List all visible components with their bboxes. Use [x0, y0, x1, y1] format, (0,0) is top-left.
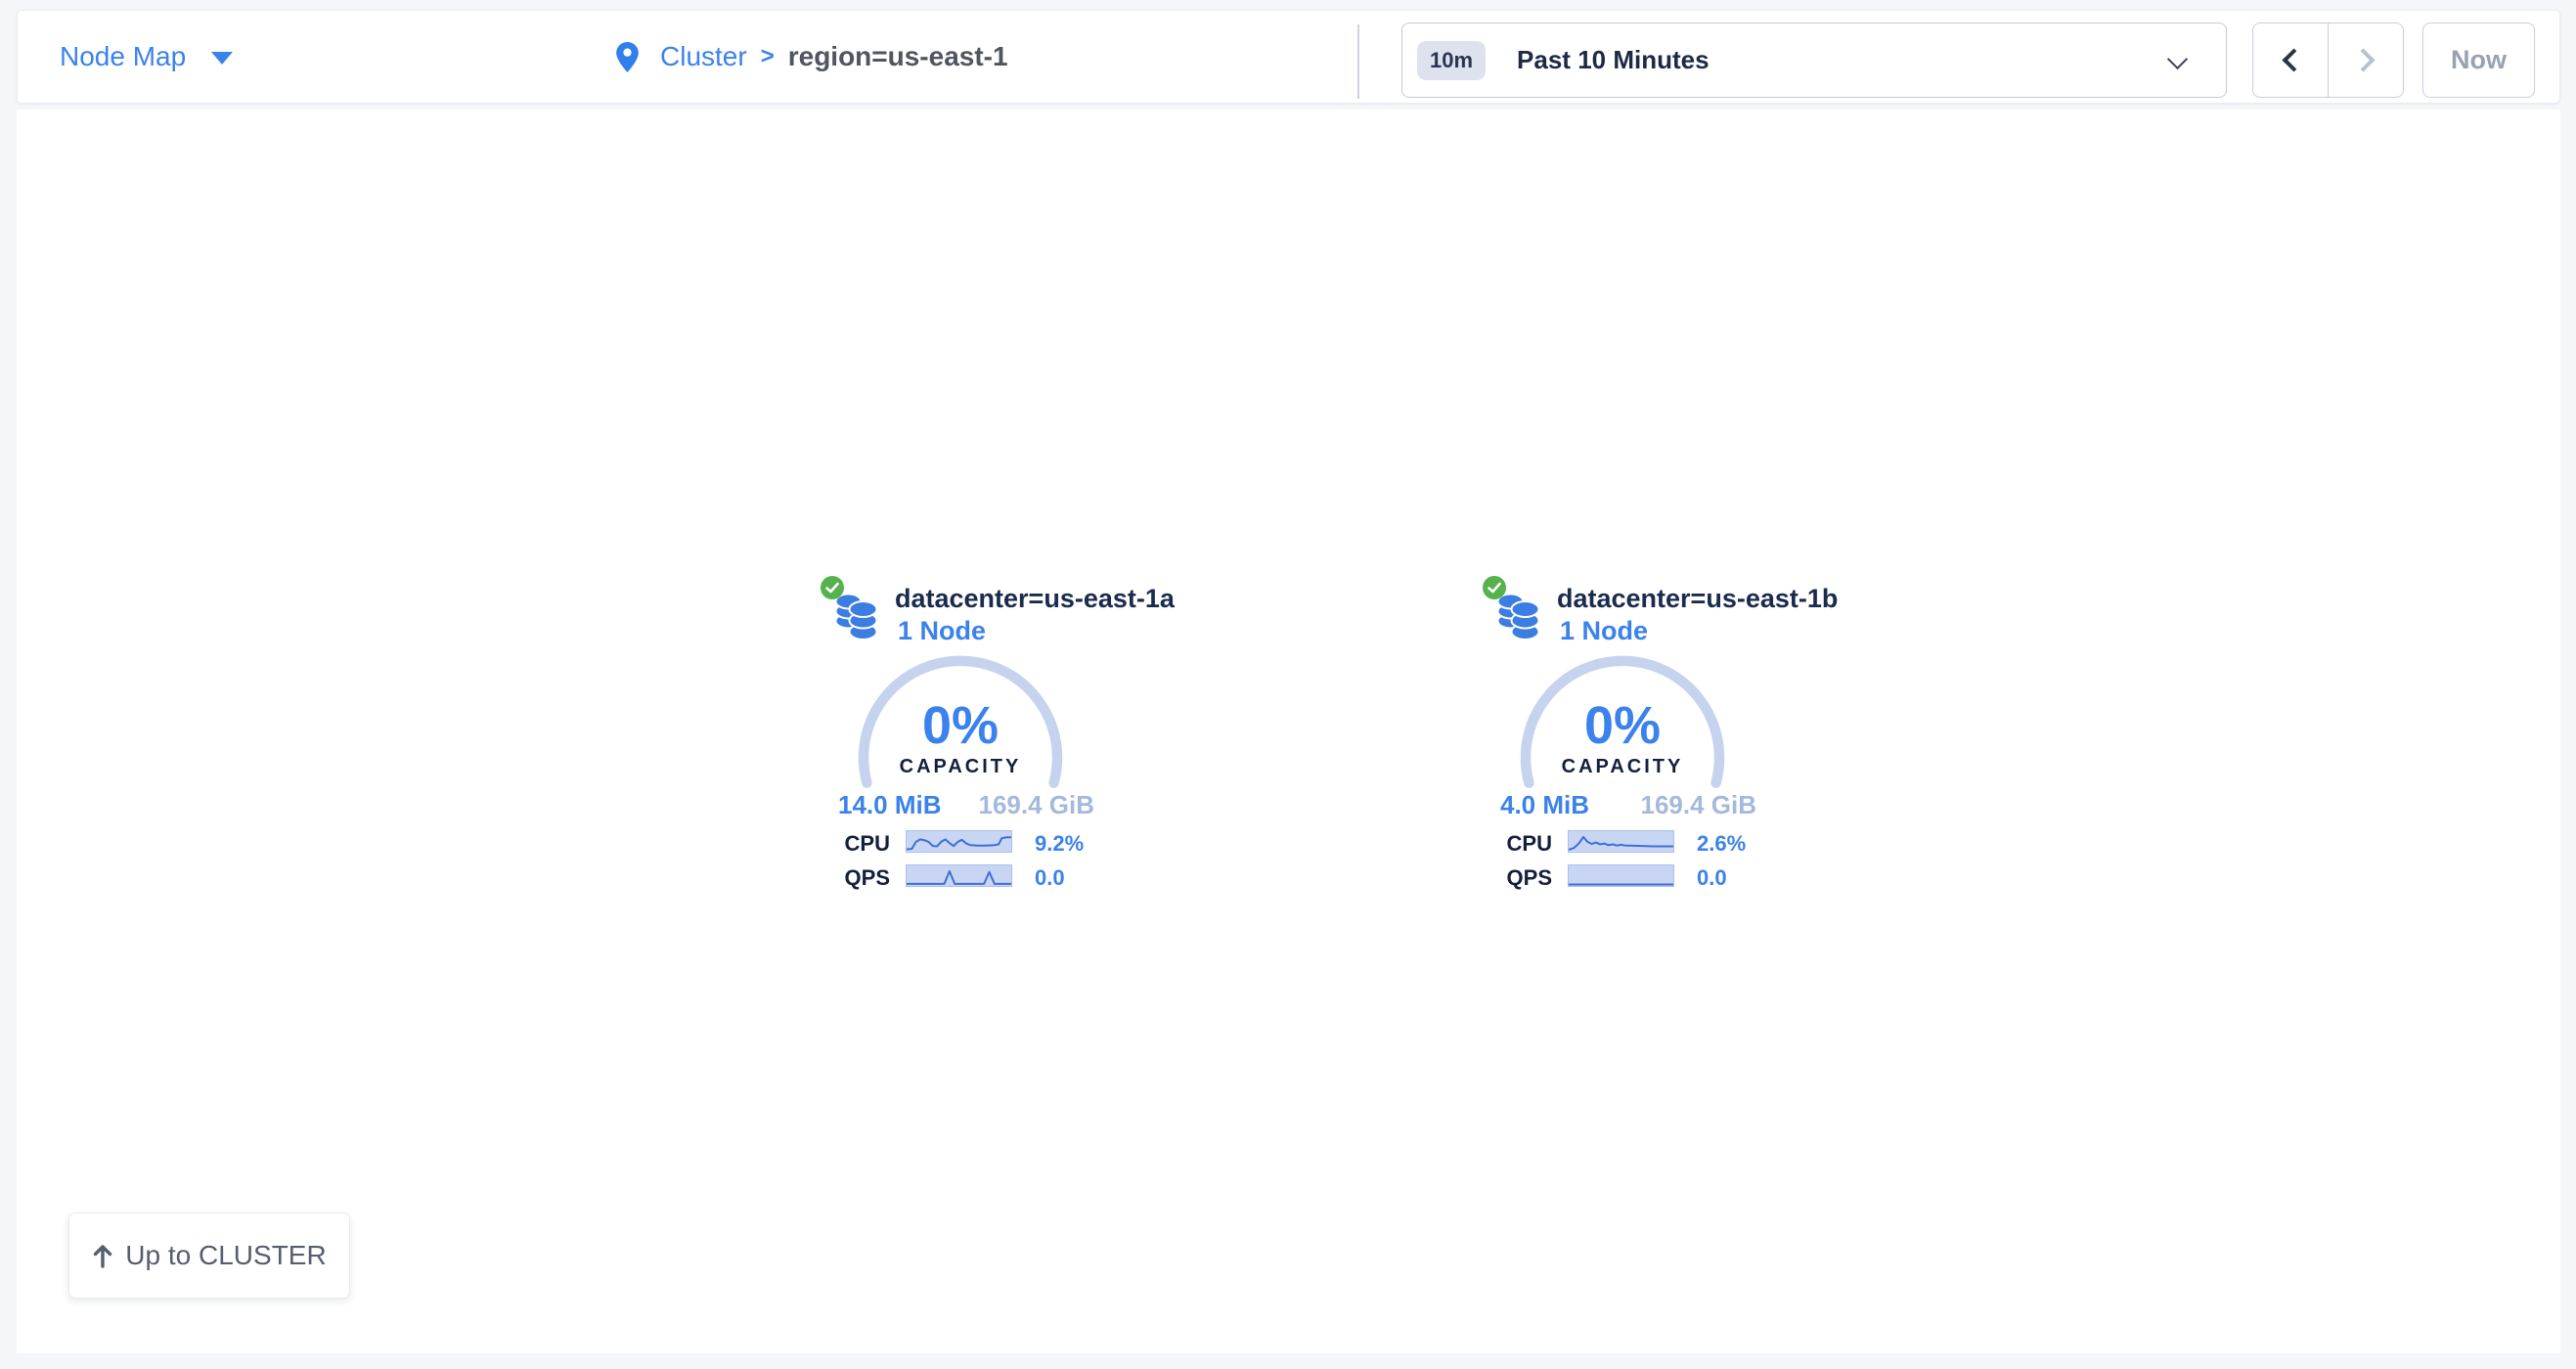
capacity-total: 169.4 GiB — [1640, 790, 1756, 820]
breadcrumb-root-link[interactable]: Cluster — [660, 41, 747, 72]
capacity-total: 169.4 GiB — [978, 790, 1094, 820]
metric-row: QPS 0.0 — [1476, 864, 1769, 888]
view-switcher-dropdown[interactable]: Node Map — [60, 11, 233, 103]
up-to-cluster-label: Up to CLUSTER — [125, 1240, 326, 1271]
datacenter-card[interactable]: datacenter=us-east-1b 1 Node 0% CAPACITY… — [1476, 570, 1769, 907]
health-check-icon — [1483, 576, 1506, 599]
time-next-button[interactable] — [2328, 23, 2403, 97]
time-window-badge: 10m — [1417, 41, 1486, 80]
chevron-left-icon — [2282, 48, 2305, 71]
node-count: 1 Node — [1560, 616, 1648, 646]
metric-label: QPS — [814, 865, 890, 891]
capacity-label: CAPACITY — [814, 756, 1107, 778]
capacity-percent: 0% — [1476, 698, 1769, 753]
metric-row: QPS 0.0 — [814, 864, 1107, 888]
metric-sparkline — [906, 830, 1012, 853]
capacity-used: 4.0 MiB — [1500, 790, 1589, 820]
metric-label: CPU — [814, 831, 890, 857]
metric-row: CPU 9.2% — [814, 830, 1107, 854]
breadcrumb-separator: > — [761, 43, 775, 70]
breadcrumb-current: region=us-east-1 — [788, 41, 1008, 72]
capacity-values: 14.0 MiB 169.4 GiB — [838, 790, 1094, 820]
chevron-down-icon — [2167, 49, 2188, 69]
metric-value: 9.2% — [1035, 831, 1084, 857]
health-check-icon — [821, 576, 844, 599]
metric-row: CPU 2.6% — [1476, 830, 1769, 854]
time-window-select[interactable]: 10m Past 10 Minutes — [1401, 22, 2227, 98]
time-nav-group — [2252, 22, 2404, 98]
capacity-percent: 0% — [814, 698, 1107, 753]
view-switcher-label: Node Map — [60, 41, 186, 72]
breadcrumb: Cluster > region=us-east-1 — [616, 11, 1008, 103]
topbar-divider — [1357, 24, 1359, 99]
metric-label: QPS — [1476, 865, 1552, 891]
capacity-values: 4.0 MiB 169.4 GiB — [1500, 790, 1756, 820]
metric-sparkline — [1568, 830, 1674, 853]
up-to-cluster-button[interactable]: Up to CLUSTER — [68, 1213, 350, 1299]
metric-value: 2.6% — [1697, 831, 1746, 857]
metric-sparkline — [1568, 864, 1674, 887]
up-arrow-icon — [92, 1243, 113, 1268]
location-pin-icon — [616, 42, 639, 72]
capacity-used: 14.0 MiB — [838, 790, 942, 820]
caret-down-icon — [211, 52, 233, 65]
datacenter-title: datacenter=us-east-1b — [1557, 584, 1870, 614]
metric-sparkline — [906, 864, 1012, 887]
node-map-canvas: datacenter=us-east-1a 1 Node 0% CAPACITY… — [17, 110, 2560, 1353]
node-count: 1 Node — [898, 616, 986, 646]
time-window-label: Past 10 Minutes — [1517, 45, 1710, 75]
chevron-right-icon — [2351, 48, 2375, 71]
top-bar: Node Map Cluster > region=us-east-1 10m … — [17, 10, 2560, 104]
now-button[interactable]: Now — [2422, 22, 2535, 98]
metric-label: CPU — [1476, 831, 1552, 857]
capacity-label: CAPACITY — [1476, 756, 1769, 778]
metric-value: 0.0 — [1697, 865, 1727, 891]
datacenter-title: datacenter=us-east-1a — [895, 584, 1208, 614]
datacenter-card[interactable]: datacenter=us-east-1a 1 Node 0% CAPACITY… — [814, 570, 1107, 907]
time-prev-button[interactable] — [2253, 23, 2328, 97]
metric-value: 0.0 — [1035, 865, 1065, 891]
